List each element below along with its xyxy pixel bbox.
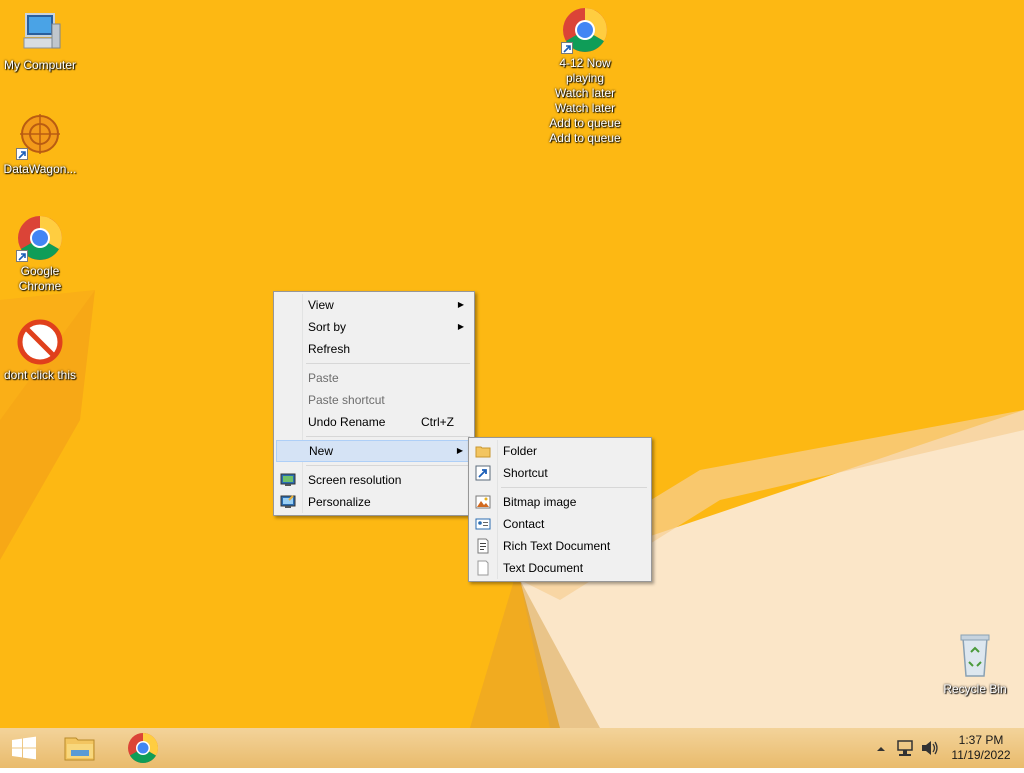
desktop-icon-label: Google Chrome	[18, 264, 62, 293]
clock-time: 1:37 PM	[958, 733, 1004, 747]
menu-item-label: Paste shortcut	[308, 393, 385, 407]
desktop-context-menu: View ▶ Sort by ▶ Refresh Paste Paste sho…	[273, 291, 475, 516]
file-explorer-icon	[64, 737, 95, 761]
menu-separator	[306, 436, 470, 437]
datawagon-logo-icon	[16, 112, 64, 160]
menu-item-undo-rename[interactable]: Undo Rename Ctrl+Z	[276, 411, 472, 433]
menu-item-label: Refresh	[308, 342, 351, 356]
desktop-icon-my-computer[interactable]: My Computer	[0, 8, 80, 73]
menu-item-label: Shortcut	[503, 466, 548, 480]
desktop-icon-datawagon[interactable]: DataWagon...	[0, 112, 80, 177]
desktop-icon-label: Recycle Bin	[943, 682, 1007, 696]
monitor-icon	[280, 472, 296, 488]
menu-item-new-bitmap-image[interactable]: Bitmap image	[471, 491, 649, 513]
menu-item-new-rich-text-document[interactable]: Rich Text Document	[471, 535, 649, 557]
network-icon	[897, 740, 913, 756]
desktop-icon-label: dont click this	[3, 368, 77, 382]
network-tray-icon[interactable]	[895, 728, 917, 768]
menu-item-label: Paste	[308, 371, 339, 385]
menu-item-label: Undo Rename	[308, 415, 386, 429]
shortcut-arrow-icon	[16, 148, 28, 160]
menu-item-view[interactable]: View ▶	[276, 294, 472, 316]
submenu-arrow-icon: ▶	[457, 322, 464, 331]
submenu-arrow-icon: ▶	[457, 300, 464, 309]
menu-item-new[interactable]: New ▶	[276, 440, 472, 462]
menu-item-personalize[interactable]: Personalize	[276, 491, 472, 513]
taskbar-clock[interactable]: 1:37 PM 11/19/2022	[946, 733, 1016, 763]
menu-item-new-shortcut[interactable]: Shortcut	[471, 462, 649, 484]
menu-item-new-contact[interactable]: Contact	[471, 513, 649, 535]
desktop-icon-chrome-shortcut[interactable]: 4-12 Now playing Watch later Watch later…	[545, 6, 625, 146]
bitmap-image-icon	[475, 494, 491, 510]
menu-item-label: Contact	[503, 517, 545, 531]
menu-item-label: New	[309, 444, 334, 458]
desktop[interactable]: My Computer DataWagon... Google Chrome d…	[0, 0, 1024, 728]
speaker-icon	[922, 741, 938, 755]
windows-logo-icon	[12, 736, 36, 760]
taskbar-file-explorer[interactable]	[56, 728, 104, 768]
chrome-icon	[16, 214, 64, 262]
menu-item-refresh[interactable]: Refresh	[276, 338, 472, 360]
submenu-arrow-icon: ▶	[456, 446, 463, 455]
menu-item-sort-by[interactable]: Sort by ▶	[276, 316, 472, 338]
taskbar-google-chrome[interactable]	[119, 728, 167, 768]
wallpaper	[0, 290, 1024, 728]
shortcut-arrow-icon	[561, 42, 573, 54]
contact-card-icon	[475, 516, 491, 532]
menu-item-label: Text Document	[503, 561, 584, 575]
menu-item-label: View	[308, 298, 334, 312]
menu-item-paste[interactable]: Paste	[276, 367, 472, 389]
desktop-icon-label: My Computer	[3, 58, 77, 72]
computer-icon	[16, 8, 64, 56]
volume-tray-icon[interactable]	[919, 728, 941, 768]
menu-item-new-text-document[interactable]: Text Document	[471, 557, 649, 579]
menu-item-label: Personalize	[308, 495, 371, 509]
shortcut-icon	[475, 465, 491, 481]
shortcut-arrow-icon	[16, 250, 28, 262]
folder-icon	[475, 443, 491, 459]
personalize-icon	[280, 494, 296, 510]
text-document-icon	[475, 560, 491, 576]
chevron-up-icon	[877, 747, 885, 751]
recycle-bin-icon	[951, 632, 999, 680]
desktop-icon-recycle-bin[interactable]: Recycle Bin	[935, 632, 1015, 697]
new-submenu: Folder Shortcut Bitmap image Contact Ric…	[468, 437, 652, 582]
menu-item-screen-resolution[interactable]: Screen resolution	[276, 469, 472, 491]
menu-separator	[306, 465, 470, 466]
menu-item-label: Screen resolution	[308, 473, 402, 487]
menu-item-label: Sort by	[308, 320, 347, 334]
taskbar: 1:37 PM 11/19/2022	[0, 728, 1024, 768]
rich-text-document-icon	[475, 538, 491, 554]
menu-item-new-folder[interactable]: Folder	[471, 440, 649, 462]
menu-item-label: Folder	[503, 444, 538, 458]
chrome-icon	[128, 733, 159, 764]
menu-item-label: Rich Text Document	[503, 539, 611, 553]
desktop-icon-google-chrome[interactable]: Google Chrome	[0, 214, 80, 294]
menu-item-paste-shortcut[interactable]: Paste shortcut	[276, 389, 472, 411]
menu-separator	[306, 363, 470, 364]
menu-separator	[501, 487, 647, 488]
chrome-icon	[561, 6, 609, 54]
desktop-icon-label: DataWagon...	[3, 162, 77, 176]
show-hidden-icons-button[interactable]	[872, 728, 890, 768]
desktop-icon-dont-click-this[interactable]: dont click this	[0, 318, 80, 383]
prohibited-icon	[16, 318, 64, 366]
menu-item-label: Bitmap image	[503, 495, 577, 509]
start-button[interactable]	[0, 728, 48, 768]
clock-date: 11/19/2022	[951, 748, 1011, 762]
desktop-icon-label: 4-12 Now playing Watch later Watch later…	[549, 56, 621, 145]
menu-item-shortcut: Ctrl+Z	[421, 415, 454, 429]
